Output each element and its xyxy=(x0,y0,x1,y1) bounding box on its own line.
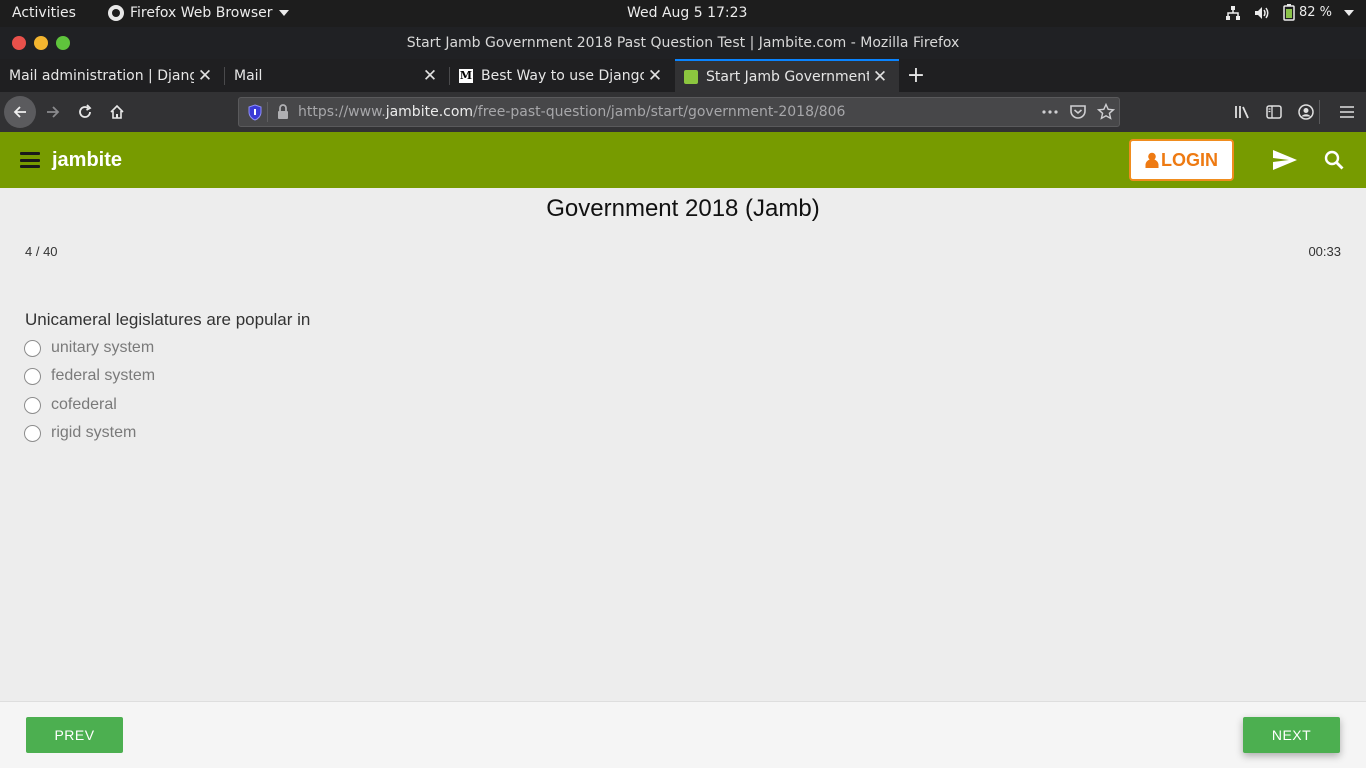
site-logo[interactable]: jambite xyxy=(52,149,122,172)
window-titlebar: Start Jamb Government 2018 Past Question… xyxy=(0,27,1366,59)
volume-icon xyxy=(1254,6,1269,19)
chevron-down-icon xyxy=(1344,9,1354,16)
pocket-icon[interactable] xyxy=(1069,103,1087,121)
hamburger-icon xyxy=(1340,106,1354,118)
option-label: unitary system xyxy=(51,339,155,356)
home-icon xyxy=(110,104,124,119)
option-label: rigid system xyxy=(51,424,137,441)
user-icon xyxy=(1145,152,1159,168)
option-unitary-system[interactable]: unitary system xyxy=(24,337,154,359)
account-icon xyxy=(1298,104,1314,120)
radio-button[interactable] xyxy=(24,396,41,414)
system-tray[interactable]: 82 % xyxy=(1225,4,1354,21)
radio-button[interactable] xyxy=(24,339,41,357)
chevron-down-icon xyxy=(278,10,289,16)
question-text: Unicameral legislatures are popular in xyxy=(25,310,311,329)
app-menu[interactable]: Firefox Web Browser xyxy=(108,5,289,21)
url-domain: jambite.com xyxy=(385,104,474,120)
option-federal-system[interactable]: federal system xyxy=(24,365,155,387)
back-button[interactable] xyxy=(4,96,36,128)
send-icon[interactable] xyxy=(1272,149,1298,171)
url-path: /free-past-question/jamb/start/governmen… xyxy=(473,104,846,120)
reload-button[interactable] xyxy=(69,96,101,128)
next-button[interactable]: NEXT xyxy=(1243,717,1340,753)
close-icon[interactable]: ✕ xyxy=(194,66,216,86)
question-progress: 4 / 40 xyxy=(25,244,58,259)
quiz-title: Government 2018 (Jamb) xyxy=(546,195,820,222)
navigation-toolbar: https://www.jambite.com/free-past-questi… xyxy=(0,92,1366,132)
login-button[interactable]: LOGIN xyxy=(1129,139,1234,181)
network-icon xyxy=(1225,5,1240,20)
bookmark-star-icon[interactable] xyxy=(1097,103,1115,121)
arrow-right-icon xyxy=(47,106,60,118)
window-title: Start Jamb Government 2018 Past Question… xyxy=(406,35,960,51)
option-label: cofederal xyxy=(51,396,117,413)
library-icon xyxy=(1235,106,1249,119)
option-cofederal[interactable]: cofederal xyxy=(24,394,117,416)
medium-icon: M xyxy=(459,68,473,83)
battery-percent: 82 % xyxy=(1298,5,1332,20)
sidebar-button[interactable] xyxy=(1258,96,1290,128)
tab-label: Start Jamb Government 2018 Past Question… xyxy=(706,68,869,85)
arrow-left-icon xyxy=(13,106,26,118)
url-bar[interactable]: https://www.jambite.com/free-past-questi… xyxy=(238,97,1120,127)
tab-mail[interactable]: Mail ✕ xyxy=(225,59,449,92)
quiz-footer: PREV NEXT xyxy=(0,701,1366,768)
tab-best-way-django[interactable]: M Best Way to use Django ✕ xyxy=(450,59,674,92)
url-text[interactable]: https://www.jambite.com/free-past-questi… xyxy=(298,104,845,120)
close-icon[interactable]: ✕ xyxy=(869,67,891,87)
tab-mail-admin[interactable]: Mail administration | Django site admin … xyxy=(0,59,224,92)
tab-label: Mail administration | Django site admin xyxy=(9,67,194,84)
close-icon[interactable]: ✕ xyxy=(419,66,441,86)
tab-strip: Mail administration | Django site admin … xyxy=(0,59,1366,92)
jambite-favicon-icon xyxy=(684,69,698,84)
more-actions-icon[interactable] xyxy=(1041,103,1059,121)
battery-icon xyxy=(1283,4,1295,21)
new-tab-button[interactable]: + xyxy=(902,62,930,90)
url-prefix: https://www. xyxy=(298,104,386,120)
shield-icon[interactable] xyxy=(247,104,263,121)
tab-label: Mail xyxy=(234,67,263,84)
app-menu-button[interactable] xyxy=(1331,96,1363,128)
system-top-bar: Activities Firefox Web Browser Wed Aug 5… xyxy=(0,0,1366,27)
search-icon[interactable] xyxy=(1324,150,1344,170)
radio-button[interactable] xyxy=(24,424,41,442)
app-menu-label: Firefox Web Browser xyxy=(130,5,273,21)
site-header: jambite LOGIN xyxy=(0,132,1366,188)
lock-icon[interactable] xyxy=(276,104,290,120)
home-button[interactable] xyxy=(101,96,133,128)
sidebar-icon xyxy=(1266,105,1282,119)
option-label: federal system xyxy=(51,367,156,384)
option-rigid-system[interactable]: rigid system xyxy=(24,422,136,444)
activities-button[interactable]: Activities xyxy=(12,5,76,21)
library-button[interactable] xyxy=(1226,96,1258,128)
tab-jambite[interactable]: Start Jamb Government 2018 Past Question… xyxy=(675,59,899,92)
firefox-icon xyxy=(108,5,124,21)
close-icon[interactable]: ✕ xyxy=(644,66,666,86)
quiz-timer: 00:33 xyxy=(1308,244,1341,259)
tab-label: Best Way to use Django xyxy=(481,67,644,84)
account-button[interactable] xyxy=(1290,96,1322,128)
login-label: LOGIN xyxy=(1161,149,1218,170)
forward-button[interactable] xyxy=(37,96,69,128)
reload-icon xyxy=(79,104,92,118)
clock[interactable]: Wed Aug 5 17:23 xyxy=(627,5,747,21)
menu-icon[interactable] xyxy=(20,152,40,168)
radio-button[interactable] xyxy=(24,367,41,385)
prev-button[interactable]: PREV xyxy=(26,717,123,753)
